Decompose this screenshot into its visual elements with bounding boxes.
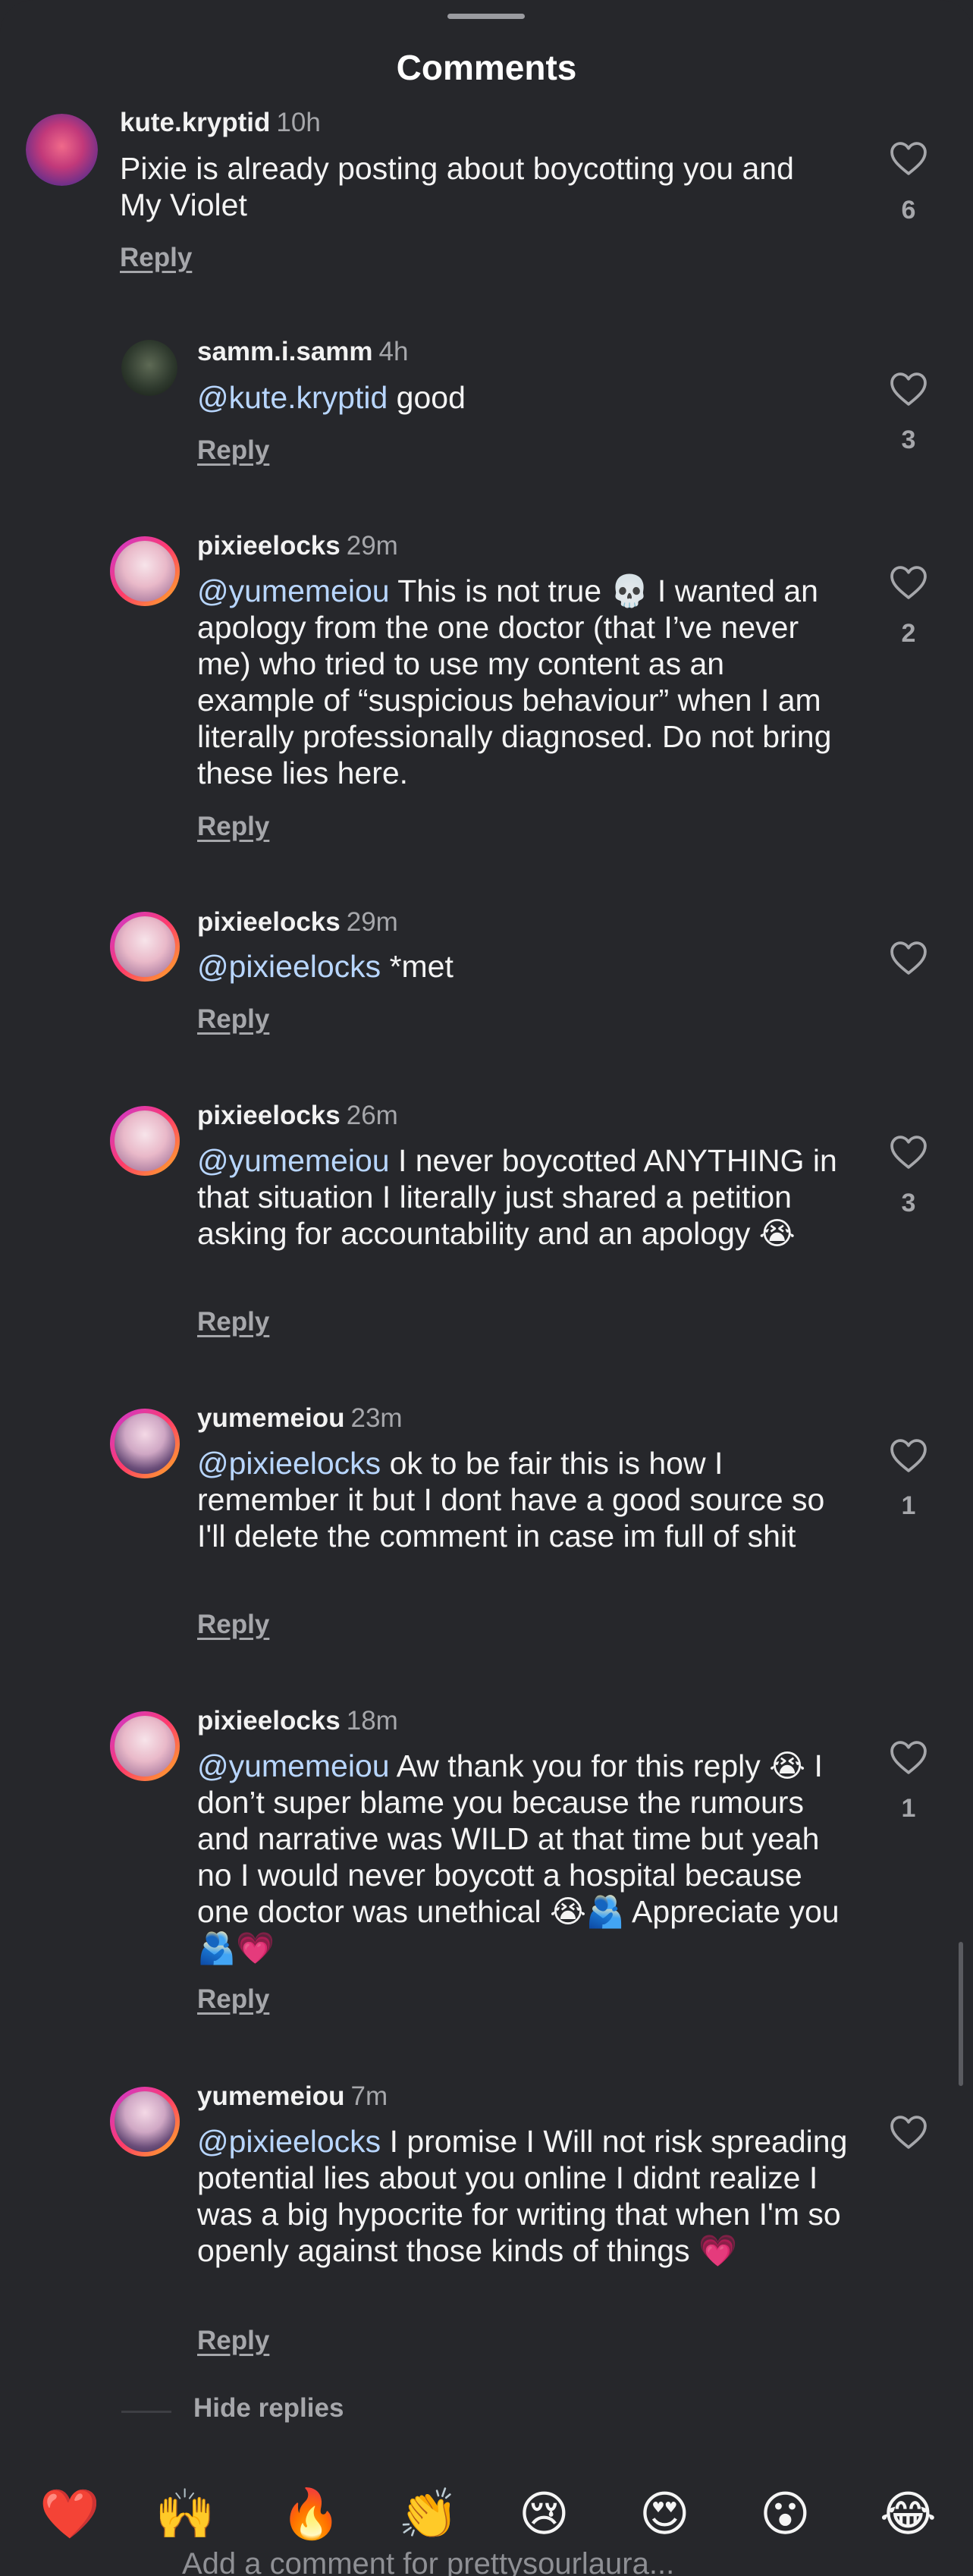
comment-body: *met <box>389 949 454 984</box>
avatar[interactable] <box>110 2087 180 2157</box>
avatar[interactable] <box>110 536 180 606</box>
timestamp: 18m <box>346 1706 398 1736</box>
comment-text: @pixieelocks *met <box>197 948 849 985</box>
reply-button[interactable]: Reply <box>197 1004 269 1035</box>
heart-icon[interactable] <box>889 941 928 975</box>
reply-button[interactable]: Reply <box>197 1307 269 1337</box>
mention-link[interactable]: @pixieelocks <box>197 949 381 984</box>
clapping-reaction-icon[interactable]: 👏 <box>398 2488 459 2541</box>
username[interactable]: samm.i.samm <box>197 337 373 366</box>
drag-handle[interactable] <box>447 14 525 19</box>
fire-reaction-icon[interactable]: 🔥 <box>281 2488 341 2541</box>
reply-button[interactable]: Reply <box>197 1984 269 2015</box>
username[interactable]: pixieelocks <box>197 1101 341 1130</box>
raised-hands-reaction-icon[interactable]: 🙌 <box>155 2488 215 2541</box>
heart-icon[interactable] <box>889 372 928 407</box>
avatar[interactable] <box>110 1409 180 1478</box>
username[interactable]: kute.kryptid <box>120 108 270 137</box>
comment-text: @yumemeiou Aw thank you for this reply 😭… <box>197 1748 849 1966</box>
hide-replies-divider <box>121 2411 171 2413</box>
comment-meta: samm.i.samm 4h <box>197 337 408 367</box>
avatar[interactable] <box>110 912 180 982</box>
username[interactable]: pixieelocks <box>197 1706 341 1736</box>
mention-link[interactable]: @pixieelocks <box>197 2124 381 2159</box>
timestamp: 29m <box>346 907 398 937</box>
timestamp: 23m <box>350 1403 403 1433</box>
username[interactable]: yumemeiou <box>197 1403 345 1433</box>
reply-button[interactable]: Reply <box>197 1610 269 1640</box>
username[interactable]: pixieelocks <box>197 907 341 937</box>
mention-link[interactable]: @kute.kryptid <box>197 380 388 415</box>
heart-reaction-icon[interactable]: ❤️ <box>39 2488 100 2541</box>
reply-button[interactable]: Reply <box>197 435 269 466</box>
comment-meta: pixieelocks 18m <box>197 1706 398 1736</box>
reply-button[interactable]: Reply <box>197 812 269 842</box>
username[interactable]: pixieelocks <box>197 531 341 561</box>
mention-link[interactable]: @yumemeiou <box>197 573 390 608</box>
like-count: 6 <box>901 196 916 225</box>
heart-icon[interactable] <box>889 141 928 176</box>
comment-meta: pixieelocks 26m <box>197 1101 398 1131</box>
comment-text: @pixieelocks I promise I Will not risk s… <box>197 2123 849 2269</box>
like-count: 2 <box>901 619 916 648</box>
mention-link[interactable]: @pixieelocks <box>197 1446 381 1481</box>
comment-text: Pixie is already posting about boycottin… <box>120 150 833 223</box>
comment-body: Pixie is already posting about boycottin… <box>120 151 794 222</box>
comment-meta: yumemeiou 23m <box>197 1403 403 1434</box>
reply-button[interactable]: Reply <box>120 243 192 273</box>
comment-body: good <box>396 380 466 415</box>
heart-icon[interactable] <box>889 1135 928 1170</box>
mention-link[interactable]: @yumemeiou <box>197 1748 390 1783</box>
scrollbar[interactable] <box>959 1942 963 2086</box>
timestamp: 4h <box>378 337 409 366</box>
heart-icon[interactable] <box>889 2115 928 2150</box>
like-count: 3 <box>901 426 916 454</box>
avatar[interactable] <box>26 114 98 186</box>
heart-eyes-reaction-icon[interactable]: 😍 <box>639 2488 690 2541</box>
crying-reaction-icon[interactable]: 😢 <box>519 2488 570 2541</box>
timestamp: 10h <box>276 108 321 137</box>
reply-button[interactable]: Reply <box>197 2326 269 2356</box>
like-count: 1 <box>901 1491 916 1520</box>
comment-input[interactable] <box>182 2541 865 2576</box>
sheet-title: Comments <box>396 48 577 87</box>
timestamp: 7m <box>350 2081 388 2111</box>
heart-icon[interactable] <box>889 565 928 600</box>
avatar[interactable] <box>110 1106 180 1176</box>
avatar[interactable] <box>121 340 177 396</box>
heart-icon[interactable] <box>889 1740 928 1775</box>
quick-reactions-bar: ❤️ 🙌 🔥 👏 😢 😍 😮 😂 <box>0 2488 973 2541</box>
surprised-reaction-icon[interactable]: 😮 <box>760 2488 811 2541</box>
like-count: 3 <box>901 1189 916 1217</box>
laughing-reaction-icon[interactable]: 😂 <box>880 2488 937 2541</box>
comment-meta: yumemeiou 7m <box>197 2081 388 2112</box>
heart-icon[interactable] <box>889 1438 928 1473</box>
comment-meta: pixieelocks 29m <box>197 907 398 938</box>
comments-sheet: Comments kute.kryptid 10h Pixie is alread… <box>0 0 973 2576</box>
comment-text: @pixieelocks ok to be fair this is how I… <box>197 1445 849 1554</box>
comment-meta: kute.kryptid 10h <box>120 108 321 138</box>
like-count: 1 <box>901 1794 916 1823</box>
timestamp: 29m <box>346 531 398 561</box>
comment-meta: pixieelocks 29m <box>197 531 398 561</box>
mention-link[interactable]: @yumemeiou <box>197 1143 390 1178</box>
comment-text: @kute.kryptid good <box>197 379 842 416</box>
comment-text: @yumemeiou This is not true 💀 I wanted a… <box>197 573 849 791</box>
avatar[interactable] <box>110 1711 180 1781</box>
timestamp: 26m <box>346 1101 398 1130</box>
comment-composer <box>0 2541 973 2576</box>
username[interactable]: yumemeiou <box>197 2081 345 2111</box>
hide-replies-button[interactable]: Hide replies <box>193 2393 344 2424</box>
comment-text: @yumemeiou I never boycotted ANYTHING in… <box>197 1142 857 1252</box>
